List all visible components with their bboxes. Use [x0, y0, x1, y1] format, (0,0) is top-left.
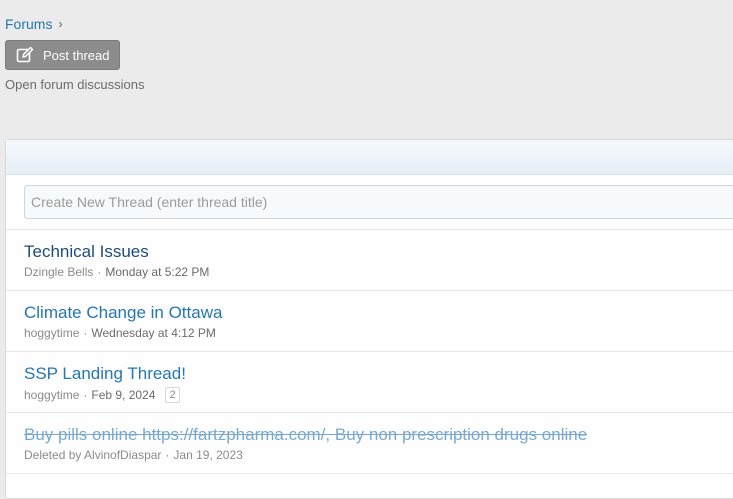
- thread-row: Technical Issues Dzingle Bells · Monday …: [6, 230, 733, 291]
- thread-row: SSP Landing Thread! hoggytime · Feb 9, 2…: [6, 352, 733, 413]
- thread-title-link[interactable]: Buy pills online https://fartzpharma.com…: [24, 424, 587, 446]
- thread-date[interactable]: Monday at 5:22 PM: [105, 265, 209, 279]
- thread-row: Climate Change in Ottawa hoggytime · Wed…: [6, 291, 733, 352]
- breadcrumb-forums-link[interactable]: Forums: [5, 16, 52, 32]
- new-thread-title-input[interactable]: [24, 185, 733, 219]
- thread-author[interactable]: hoggytime: [24, 326, 79, 340]
- thread-deleted-by: Deleted by AlvinofDiaspar: [24, 448, 162, 462]
- thread-meta: Dzingle Bells · Monday at 5:22 PM: [24, 265, 733, 279]
- meta-separator: ·: [97, 265, 102, 279]
- thread-title-link[interactable]: Technical Issues: [24, 241, 149, 263]
- chevron-right-icon: ›: [58, 17, 63, 31]
- thread-list-header: [6, 140, 733, 175]
- new-thread-row: [6, 175, 733, 230]
- thread-date[interactable]: Wednesday at 4:12 PM: [91, 326, 216, 340]
- meta-separator: ·: [165, 448, 170, 462]
- thread-author[interactable]: Dzingle Bells: [24, 265, 93, 279]
- thread-date: Jan 19, 2023: [173, 448, 243, 462]
- thread-meta: hoggytime · Feb 9, 2024 2: [24, 387, 733, 403]
- meta-separator: ·: [83, 388, 88, 402]
- thread-date[interactable]: Feb 9, 2024: [91, 388, 155, 402]
- post-thread-button[interactable]: Post thread: [5, 40, 120, 70]
- forum-description: Open forum discussions: [5, 77, 145, 92]
- compose-icon: [16, 46, 34, 64]
- meta-separator: ·: [83, 326, 88, 340]
- thread-meta: hoggytime · Wednesday at 4:12 PM: [24, 326, 733, 340]
- post-thread-label: Post thread: [43, 47, 110, 63]
- thread-list-block: Technical Issues Dzingle Bells · Monday …: [5, 139, 733, 499]
- breadcrumb: Forums ›: [5, 16, 62, 32]
- thread-row-deleted: Buy pills online https://fartzpharma.com…: [6, 413, 733, 474]
- thread-page-link[interactable]: 2: [165, 387, 180, 403]
- thread-meta: Deleted by AlvinofDiaspar · Jan 19, 2023: [24, 448, 733, 462]
- thread-title-link[interactable]: Climate Change in Ottawa: [24, 302, 222, 324]
- thread-title-link[interactable]: SSP Landing Thread!: [24, 363, 186, 385]
- thread-author[interactable]: hoggytime: [24, 388, 79, 402]
